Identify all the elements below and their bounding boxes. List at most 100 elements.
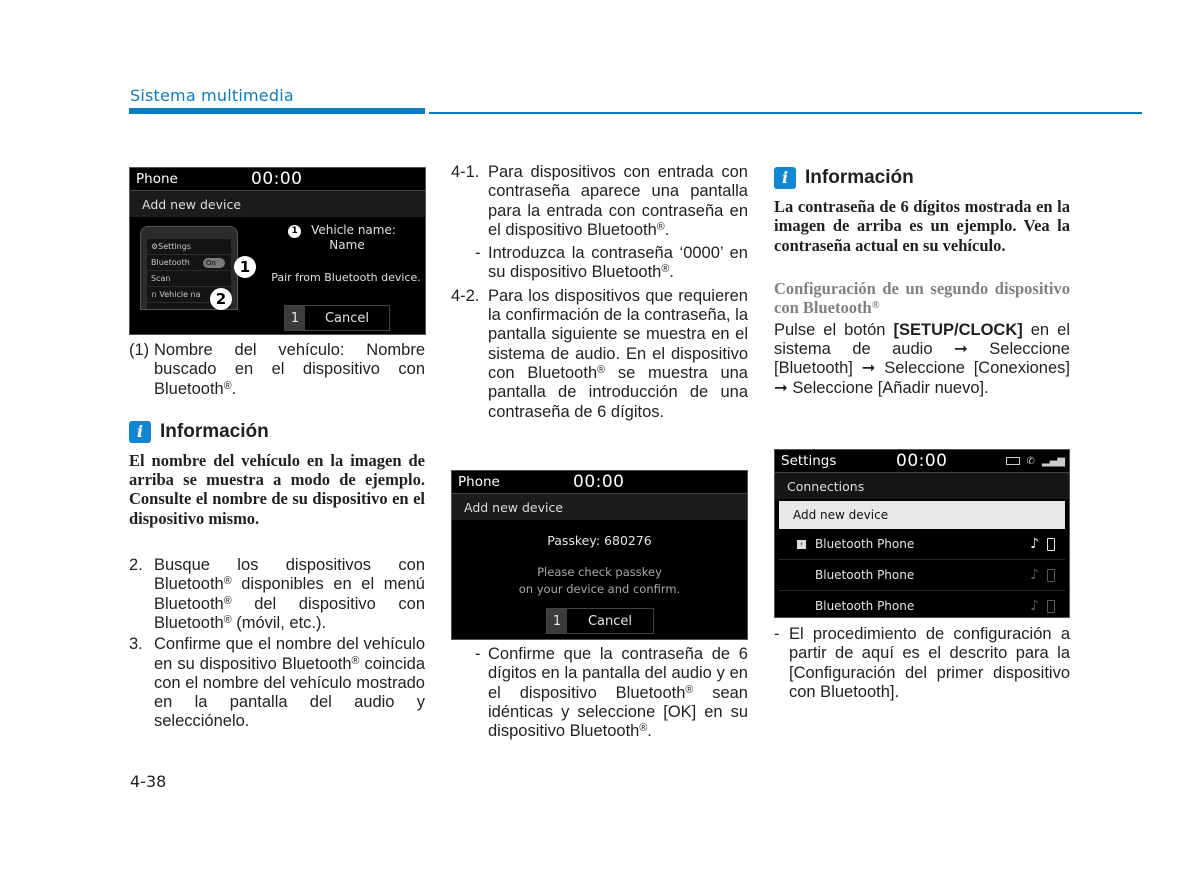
callout-1-small: 1 — [288, 224, 302, 238]
step-2: 2. Busque los dispositivos con Bluetooth®… — [129, 556, 425, 633]
subheading-text: Configuración de un segundo dispositivo … — [774, 278, 1070, 317]
step-text: Para dispositivos con entrada con contra… — [488, 163, 748, 239]
registered-mark: ® — [871, 299, 880, 312]
registered-mark: ® — [656, 221, 665, 234]
step-4-1-note: - Introduzca la contraseña ‘0000’ en su d… — [451, 244, 748, 283]
screen-clock: 00:00 — [251, 169, 303, 189]
info-box-1: i Información El nombre del vehículo en l… — [129, 420, 425, 528]
period: . — [647, 722, 652, 741]
screen-connections: Settings 00:00 ✆ ▂▄▆ Connections Add new… — [774, 449, 1070, 618]
passkey-message: Please check passkey on your device and … — [452, 564, 747, 598]
screen-app-name: Phone — [458, 474, 500, 490]
dash: - — [475, 244, 481, 263]
cancel-button[interactable]: 1 Cancel — [546, 608, 654, 634]
step-number: 3. — [129, 635, 143, 654]
registered-mark: ® — [223, 614, 232, 627]
screen-passkey: Phone 00:00 Add new device Passkey: 6802… — [451, 470, 748, 640]
music-note-icon: ♪ — [1030, 536, 1039, 552]
step-4-1: 4-1. Para dispositivos con entrada con co… — [451, 163, 748, 240]
message-line: Please check passkey — [537, 565, 662, 579]
phone-scan-row: Scan — [147, 271, 231, 287]
note-text: Introduzca la contraseña ‘0000’ en su di… — [488, 244, 748, 282]
passkey-text: Passkey: 680276 — [547, 533, 652, 548]
column-3-bottom: - El procedimiento de configuración a par… — [774, 625, 1070, 702]
battery-icon — [1005, 457, 1020, 465]
period: . — [669, 263, 674, 282]
info-body: El nombre del vehículo en la imagen de a… — [129, 450, 425, 528]
caption-vehicle-name: (1) Nombre del vehículo: Nombre buscado e… — [129, 341, 425, 399]
phone-bluetooth-row: Bluetooth On — [147, 255, 231, 271]
column-2: 4-1. Para dispositivos con entrada con co… — [451, 163, 748, 422]
phone-device-icon — [1047, 537, 1055, 551]
device-name: Bluetooth Phone — [815, 568, 915, 582]
screen-app-name: Settings — [781, 453, 837, 469]
header-rule-thin — [429, 112, 1142, 114]
step-number: 2. — [129, 556, 143, 575]
callout-1: 1 — [234, 256, 256, 278]
signal-icon: ▂▄▆ — [1041, 455, 1065, 467]
registered-mark: ® — [597, 364, 606, 377]
column-1: (1) Nombre del vehículo: Nombre buscado e… — [129, 341, 425, 732]
info-body: La contraseña de 6 dígitos mostrada en l… — [774, 197, 1070, 255]
dash: - — [774, 625, 780, 643]
phone-device-icon — [1047, 599, 1055, 613]
period: . — [231, 379, 237, 398]
vehicle-name-block: 1 Vehicle name: Name — [272, 223, 412, 252]
screen-clock: 00:00 — [573, 472, 625, 492]
phone-bluetooth-toggle: On — [203, 257, 225, 268]
device-list-item[interactable]: Bluetooth Phone ♪ — [779, 560, 1065, 591]
column-3: i Información La contraseña de 6 dígitos … — [774, 167, 1070, 398]
period: . — [664, 220, 670, 239]
info-icon: i — [774, 167, 796, 189]
step-4-2: 4-2. Para los dispositivos que requieren … — [451, 287, 748, 422]
step-text: (móvil, etc.). — [231, 613, 327, 632]
instruction-text: Pulse el botón — [774, 320, 894, 339]
vehicle-name-value: Name — [329, 237, 365, 252]
device-list-item[interactable]: Bluetooth Phone ♪ — [779, 591, 1065, 617]
screen-subtitle: Add new device — [452, 494, 747, 520]
setup-clock-button-label: [SETUP/CLOCK] — [893, 320, 1023, 339]
info-title: Información — [805, 167, 914, 189]
connected-arrow-icon: › — [797, 539, 806, 549]
device-name: Bluetooth Phone — [815, 537, 915, 551]
registered-mark: ® — [223, 379, 232, 392]
screen-status-bar: Phone 00:00 — [130, 168, 425, 191]
message-line: on your device and confirm. — [518, 582, 681, 596]
device-name: Bluetooth Phone — [815, 599, 915, 613]
screen-subtitle: Add new device — [130, 191, 425, 217]
screen-app-name: Phone — [136, 171, 178, 187]
phone-device-icon — [1047, 568, 1055, 582]
step-3: 3. Confirme que el nombre del vehículo en… — [129, 635, 425, 731]
confirm-note: - Confirme que la contraseña de 6 dígitos… — [451, 645, 748, 741]
music-note-icon: ♪ — [1030, 567, 1039, 583]
add-new-device-item[interactable]: Add new device — [779, 501, 1065, 529]
cancel-key: 1 — [285, 306, 305, 330]
screen-subtitle: Connections — [775, 473, 1069, 499]
phone-settings-row: ⚙Settings — [147, 239, 231, 255]
device-list-item[interactable]: › Bluetooth Phone ♪ — [779, 529, 1065, 560]
music-note-icon: ♪ — [1030, 598, 1039, 614]
screen-status-bar: Settings 00:00 ✆ ▂▄▆ — [775, 450, 1069, 473]
section-subheading: Configuración de un segundo dispositivo … — [774, 279, 1070, 317]
info-title: Información — [160, 421, 269, 443]
page-number: 4-38 — [130, 772, 167, 791]
info-icon: i — [129, 420, 151, 443]
dash: - — [475, 645, 481, 663]
screen-add-new-device: Phone 00:00 Add new device ⚙Settings Blu… — [129, 167, 426, 335]
vehicle-name-label: Vehicle name: — [311, 223, 396, 237]
setup-instruction: Pulse el botón [SETUP/CLOCK] en el siste… — [774, 321, 1070, 398]
section-title: Sistema multimedia — [130, 86, 294, 105]
registered-mark: ® — [223, 594, 232, 607]
cancel-key: 1 — [547, 609, 567, 633]
column-2-bottom: - Confirme que la contraseña de 6 dígitos… — [451, 645, 748, 741]
caption-text: Nombre del vehículo: Nombre buscado en e… — [154, 341, 425, 398]
caption-number: (1) — [129, 341, 150, 359]
pair-instruction: Pair from Bluetooth device. — [271, 271, 421, 284]
phone-bluetooth-label: Bluetooth — [151, 258, 190, 267]
header-rule-thick — [129, 108, 425, 114]
callout-2: 2 — [210, 288, 232, 310]
cancel-button[interactable]: 1 Cancel — [284, 305, 390, 331]
cancel-label: Cancel — [324, 310, 370, 326]
registered-mark: ® — [223, 575, 232, 588]
phone-handset-icon: ✆ — [1026, 455, 1035, 467]
